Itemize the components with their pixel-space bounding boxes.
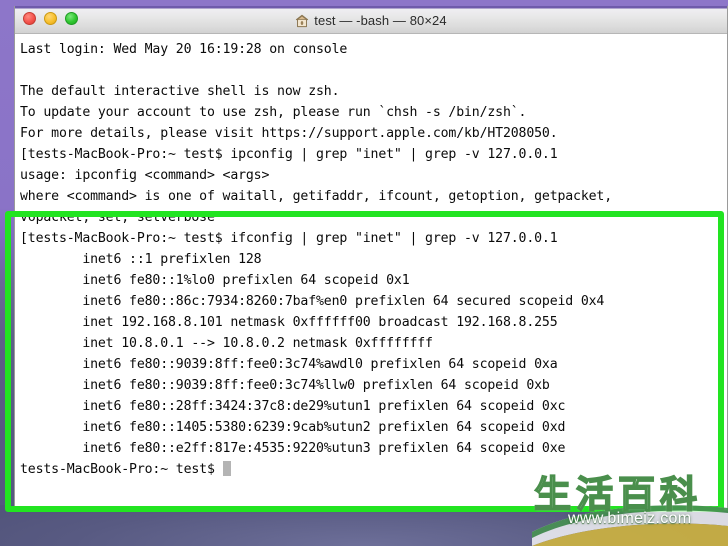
terminal-window[interactable]: test — -bash — 80×24 Last login: Wed May… — [14, 6, 728, 511]
desktop-glow — [0, 505, 728, 546]
terminal-line-command: [tests-MacBook-Pro:~ test$ ipconfig | gr… — [20, 147, 558, 162]
window-title-group: test — -bash — 80×24 — [295, 13, 447, 28]
terminal-line: where <command> is one of waitall, getif… — [20, 189, 613, 204]
terminal-line: inet6 fe80::86c:7934:8260:7baf%en0 prefi… — [20, 294, 605, 309]
terminal-line: Last login: Wed May 20 16:19:28 on conso… — [20, 42, 348, 57]
terminal-line: v6packet, set, setverbose — [20, 210, 215, 225]
terminal-line: For more details, please visit https://s… — [20, 126, 558, 141]
terminal-prompt-line[interactable]: tests-MacBook-Pro:~ test$ — [15, 459, 727, 480]
terminal-line: The default interactive shell is now zsh… — [20, 84, 340, 99]
terminal-line: inet6 fe80::9039:8ff:fee0:3c74%llw0 pref… — [20, 378, 550, 393]
terminal-line: inet6 fe80::1%lo0 prefixlen 64 scopeid 0… — [20, 273, 410, 288]
terminal-line: inet6 fe80::e2ff:817e:4535:9220%utun3 pr… — [20, 441, 566, 456]
terminal-line: inet6 fe80::9039:8ff:fee0:3c74%awdl0 pre… — [20, 357, 558, 372]
terminal-line: To update your account to use zsh, pleas… — [20, 105, 527, 120]
block-cursor-icon — [222, 461, 231, 476]
terminal-line: usage: ipconfig <command> <args> — [20, 168, 270, 183]
terminal-line-command: [tests-MacBook-Pro:~ test$ ifconfig | gr… — [20, 231, 558, 246]
maximize-button[interactable] — [65, 12, 78, 25]
close-button[interactable] — [23, 12, 36, 25]
minimize-button[interactable] — [44, 12, 57, 25]
terminal-line: inet 10.8.0.1 --> 10.8.0.2 netmask 0xfff… — [20, 336, 433, 351]
window-title: test — -bash — 80×24 — [314, 13, 447, 28]
prompt-text: tests-MacBook-Pro:~ test$ — [20, 462, 223, 477]
terminal-line: inet6 fe80::28ff:3424:37c8:de29%utun1 pr… — [20, 399, 566, 414]
terminal-line: inet6 fe80::1405:5380:6239:9cab%utun2 pr… — [20, 420, 566, 435]
traffic-light-buttons[interactable] — [23, 12, 78, 25]
home-icon — [296, 14, 309, 27]
terminal-line: inet 192.168.8.101 netmask 0xffffff00 br… — [20, 315, 558, 330]
terminal-output-area[interactable]: Last login: Wed May 20 16:19:28 on conso… — [15, 34, 727, 510]
terminal-line: inet6 ::1 prefixlen 128 — [20, 252, 262, 267]
window-titlebar[interactable]: test — -bash — 80×24 — [15, 6, 727, 34]
